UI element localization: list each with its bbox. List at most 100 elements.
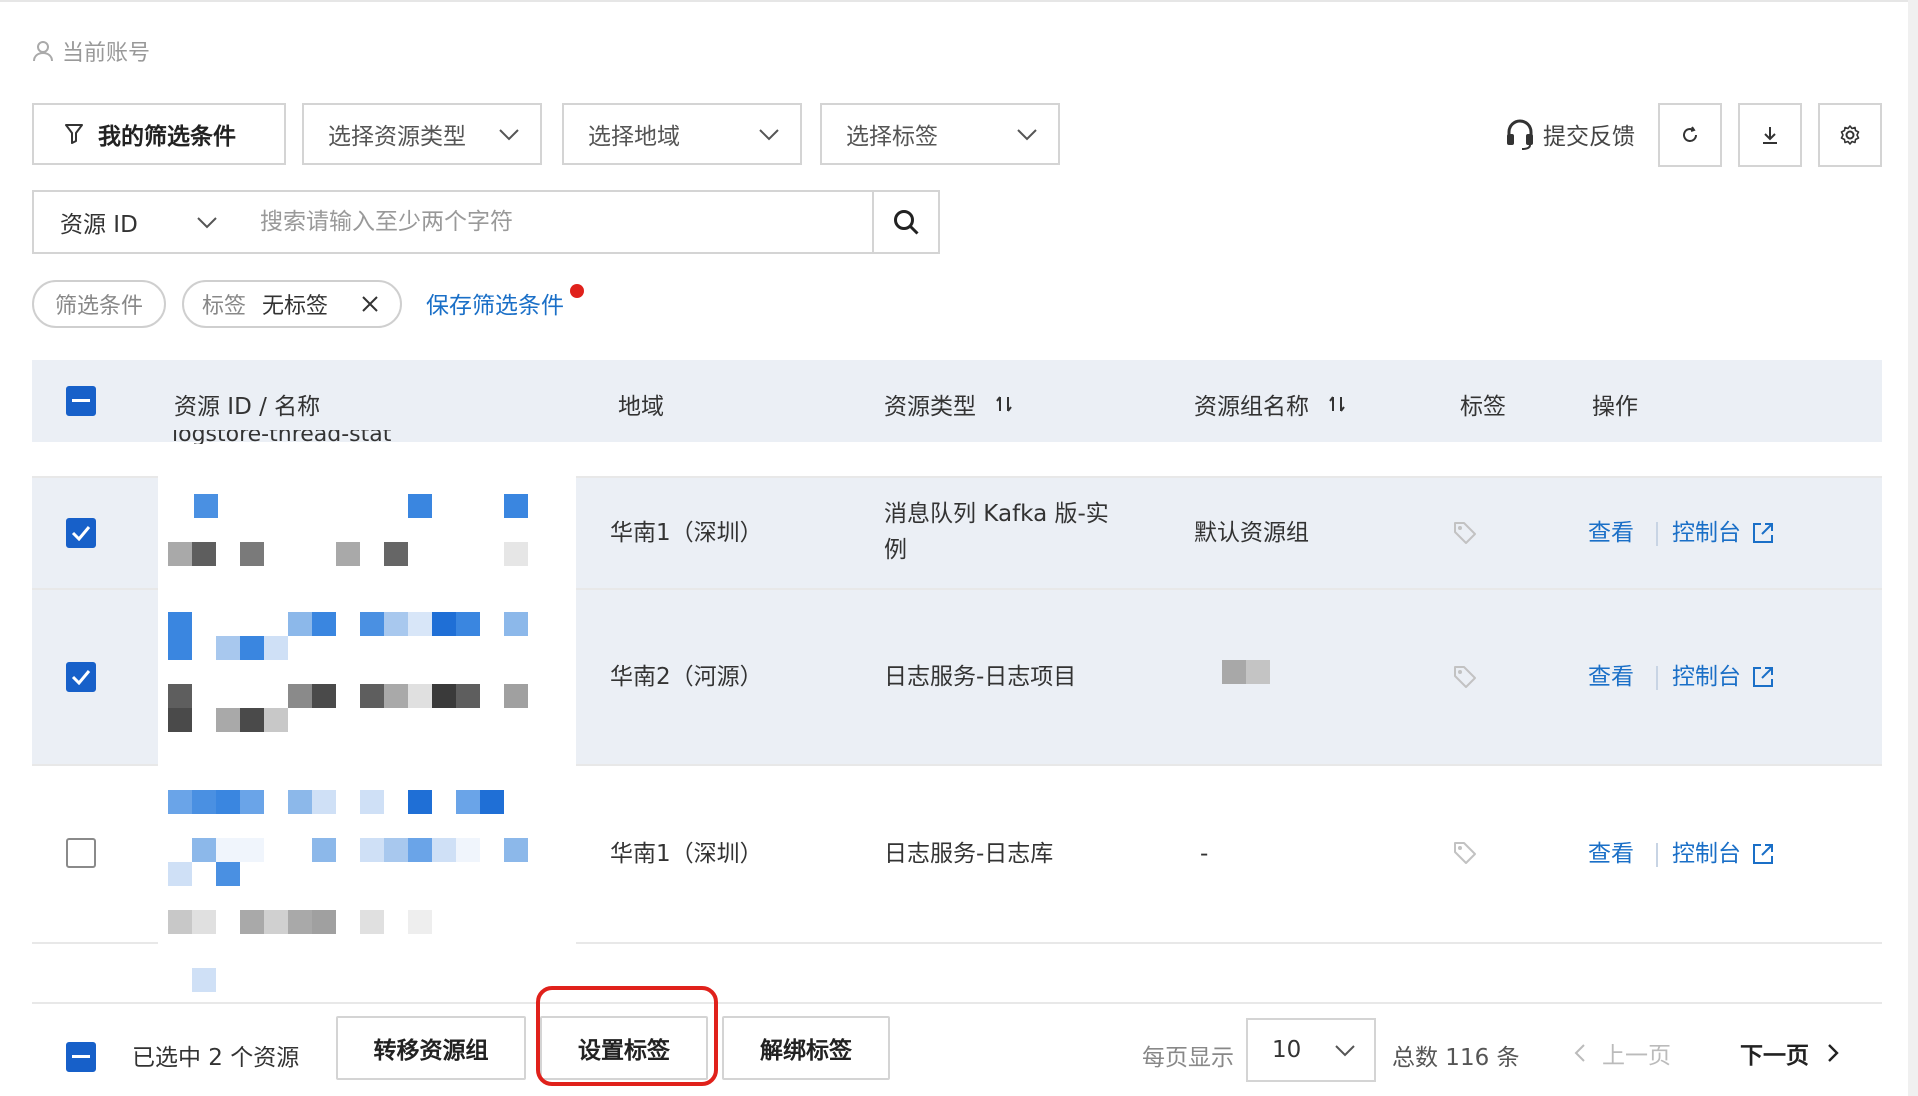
tag-icon[interactable] — [1452, 664, 1478, 690]
tag-placeholder: 选择标签 — [846, 124, 938, 150]
chevron-left-icon — [1574, 1044, 1585, 1062]
per-page-label: 每页显示 — [1142, 1045, 1234, 1071]
headset-icon — [1507, 119, 1533, 150]
notification-dot — [570, 284, 584, 298]
row-checkbox[interactable] — [66, 838, 96, 868]
action-divider — [1656, 522, 1658, 546]
settings-button[interactable] — [1818, 103, 1882, 167]
search-icon — [894, 210, 919, 235]
current-account: 当前账号 — [32, 34, 150, 68]
next-page-button[interactable]: 下一页 — [1740, 1036, 1841, 1070]
per-page-select[interactable]: 10 — [1246, 1018, 1376, 1082]
scrollbar-track[interactable] — [1908, 0, 1918, 1096]
footer-divider — [32, 1002, 1882, 1004]
download-icon — [1763, 127, 1777, 144]
minus-icon — [72, 399, 90, 402]
chevron-right-icon — [1828, 1044, 1839, 1062]
sort-icon[interactable] — [994, 394, 1014, 414]
row-type-line2: 例 — [884, 537, 907, 563]
col-header-type-label: 资源类型 — [884, 394, 976, 420]
view-link[interactable]: 查看 — [1588, 515, 1634, 551]
console-link[interactable]: 控制台 — [1672, 515, 1775, 551]
search-type-value: 资源 ID — [60, 212, 138, 238]
resource-name-redacted — [158, 470, 576, 1002]
search-button[interactable] — [872, 190, 940, 254]
minus-icon — [72, 1055, 90, 1058]
close-icon[interactable] — [358, 292, 382, 316]
chevron-down-icon — [197, 217, 217, 229]
console-label: 控制台 — [1672, 520, 1741, 546]
funnel-icon — [65, 124, 83, 144]
tag-icon[interactable] — [1452, 520, 1478, 546]
gear-icon — [1840, 125, 1860, 145]
my-filters-button[interactable]: 我的筛选条件 — [32, 103, 286, 165]
top-divider — [0, 0, 1918, 2]
col-header-id: 资源 ID / 名称 — [174, 394, 321, 420]
chevron-down-icon — [759, 129, 779, 141]
tag-icon[interactable] — [1452, 840, 1478, 866]
save-filter-link[interactable]: 保存筛选条件 — [426, 286, 564, 320]
filter-conditions-label: 筛选条件 — [54, 294, 143, 319]
external-link-icon — [1753, 667, 1773, 687]
filter-conditions-chip[interactable]: 筛选条件 — [32, 280, 166, 328]
tag-select[interactable]: 选择标签 — [820, 103, 1060, 165]
action-divider — [1656, 843, 1658, 867]
tag-filter-key: 标签 — [202, 294, 247, 319]
sort-icon[interactable] — [1327, 394, 1347, 414]
check-icon — [71, 670, 91, 685]
check-icon — [71, 526, 91, 541]
action-divider — [1656, 666, 1658, 690]
prev-page-label: 上一页 — [1602, 1043, 1671, 1069]
search-type-select[interactable]: 资源 ID — [32, 190, 238, 254]
view-link[interactable]: 查看 — [1588, 836, 1634, 872]
row-region: 华南1（深圳） — [610, 841, 763, 867]
external-link-icon — [1753, 844, 1773, 864]
footer-select-all-checkbox[interactable] — [66, 1042, 96, 1072]
col-header-group[interactable]: 资源组名称 — [1194, 387, 1347, 421]
row-type: 日志服务-日志项目 — [884, 664, 1077, 690]
row-group: - — [1200, 841, 1209, 867]
refresh-button[interactable] — [1658, 103, 1722, 167]
unbind-tag-button[interactable]: 解绑标签 — [722, 1016, 890, 1080]
console-label: 控制台 — [1672, 664, 1741, 690]
chevron-down-icon — [1335, 1045, 1355, 1057]
col-header-type[interactable]: 资源类型 — [884, 387, 1014, 421]
col-header-actions: 操作 — [1592, 394, 1638, 420]
search-input[interactable] — [236, 190, 874, 254]
feedback-label: 提交反馈 — [1543, 124, 1635, 150]
col-header-group-label: 资源组名称 — [1194, 394, 1309, 420]
my-filters-label: 我的筛选条件 — [98, 124, 236, 150]
view-link[interactable]: 查看 — [1588, 659, 1634, 695]
row-region: 华南2（河源） — [610, 664, 763, 690]
row-group: 默认资源组 — [1194, 520, 1309, 546]
per-page-value: 10 — [1272, 1037, 1302, 1063]
total-count: 总数 116 条 — [1392, 1045, 1520, 1071]
move-resource-group-button[interactable]: 转移资源组 — [336, 1016, 526, 1080]
resource-type-placeholder: 选择资源类型 — [328, 124, 466, 150]
row-type: 消息队列 Kafka 版-实 例 — [884, 496, 1109, 568]
row-checkbox[interactable] — [66, 662, 96, 692]
download-button[interactable] — [1738, 103, 1802, 167]
row-region: 华南1（深圳） — [610, 520, 763, 546]
tag-filter-chip: 标签 无标签 — [182, 280, 402, 328]
refresh-icon — [1683, 126, 1697, 142]
region-select[interactable]: 选择地域 — [562, 103, 802, 165]
col-header-region: 地域 — [618, 394, 664, 420]
console-link[interactable]: 控制台 — [1672, 659, 1775, 695]
group-name-redacted — [1222, 660, 1270, 684]
user-icon — [33, 41, 53, 62]
col-header-tag: 标签 — [1460, 394, 1506, 420]
row-type-line1: 消息队列 Kafka 版-实 — [884, 501, 1109, 527]
highlight-box — [536, 986, 718, 1086]
row-checkbox[interactable] — [66, 518, 96, 548]
console-link[interactable]: 控制台 — [1672, 836, 1775, 872]
select-all-checkbox[interactable] — [66, 386, 96, 416]
prev-page-button[interactable]: 上一页 — [1572, 1036, 1671, 1070]
partial-row-name: logstore-thread-stat — [172, 430, 392, 444]
feedback-link[interactable]: 提交反馈 — [1505, 103, 1635, 165]
resource-type-select[interactable]: 选择资源类型 — [302, 103, 542, 165]
external-link-icon — [1753, 523, 1773, 543]
row-type: 日志服务-日志库 — [884, 841, 1054, 867]
region-placeholder: 选择地域 — [588, 124, 680, 150]
chevron-down-icon — [499, 129, 519, 141]
